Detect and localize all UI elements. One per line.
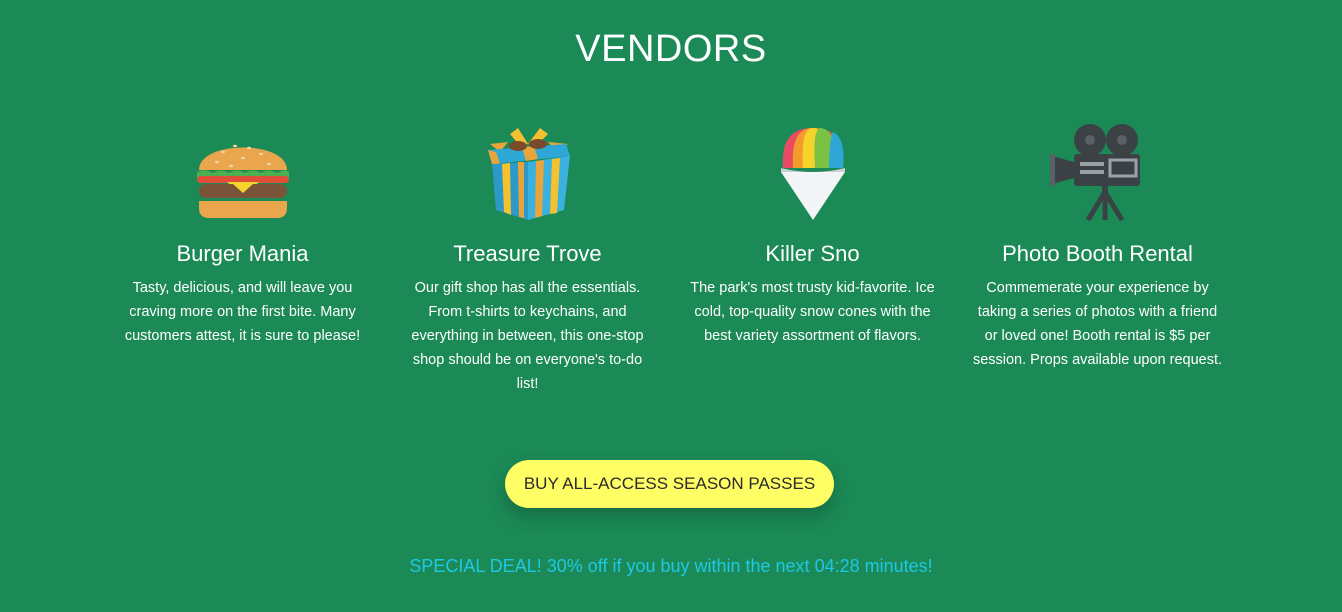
snow-cone-icon bbox=[761, 120, 865, 224]
vendor-description: Commemerate your experience by taking a … bbox=[972, 280, 1223, 368]
page-title: VENDORS bbox=[575, 28, 767, 70]
special-deal-text: SPECIAL DEAL! 30% off if you buy within … bbox=[409, 556, 933, 576]
movie-camera-icon bbox=[1046, 120, 1150, 224]
buy-season-passes-button[interactable]: BUY ALL-ACCESS SEASON PASSES bbox=[505, 460, 834, 508]
vendor-card-treasure-trove: Treasure Trove Our gift shop has all the… bbox=[385, 120, 670, 396]
vendor-description: The park's most trusty kid-favorite. Ice… bbox=[690, 280, 935, 344]
vendor-list: Burger Mania Tasty, delicious, and will … bbox=[100, 120, 1240, 396]
gift-box-icon bbox=[476, 120, 580, 224]
vendor-card-killer-sno: Killer Sno The park's most trusty kid-fa… bbox=[670, 120, 955, 396]
vendor-name: Burger Mania bbox=[176, 241, 309, 266]
burger-icon bbox=[191, 120, 295, 224]
vendor-description: Tasty, delicious, and will leave you cra… bbox=[124, 280, 361, 344]
vendor-description: Our gift shop has all the essentials. Fr… bbox=[411, 280, 644, 392]
vendor-name: Killer Sno bbox=[765, 241, 860, 266]
vendor-name: Treasure Trove bbox=[453, 241, 602, 266]
vendor-card-photo-booth-rental: Photo Booth Rental Commemerate your expe… bbox=[955, 120, 1240, 396]
vendor-card-burger-mania: Burger Mania Tasty, delicious, and will … bbox=[100, 120, 385, 396]
vendor-name: Photo Booth Rental bbox=[1002, 241, 1193, 266]
